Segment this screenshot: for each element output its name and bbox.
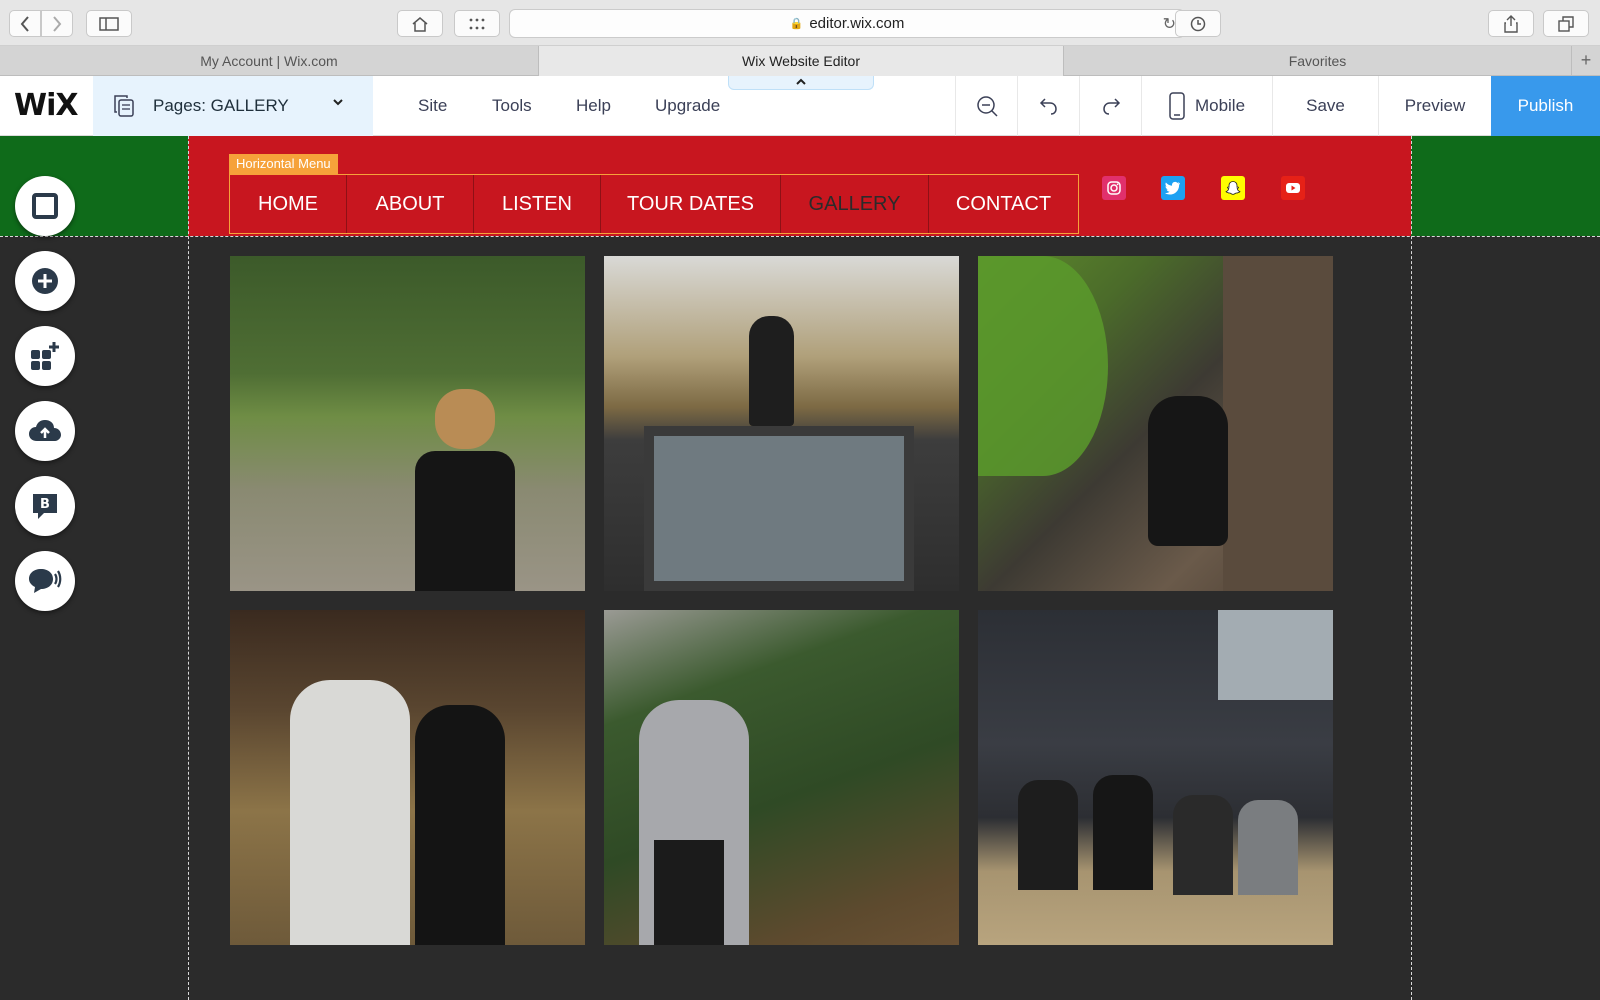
menu-help[interactable]: Help <box>576 96 611 116</box>
business-chat-icon: B <box>33 494 57 519</box>
apps-grid-button[interactable] <box>454 10 500 37</box>
tab-favorites[interactable]: Favorites <box>1064 46 1572 76</box>
menu-tools[interactable]: Tools <box>492 96 532 116</box>
mobile-view-button[interactable]: Mobile <box>1141 76 1272 136</box>
nav-tour-dates[interactable]: TOUR DATES <box>601 175 781 233</box>
tab-bar: My Account | Wix.com Wix Website Editor … <box>0 46 1600 76</box>
left-guide-line <box>188 136 189 1000</box>
chevron-down-icon <box>333 94 343 109</box>
pages-icon <box>114 95 134 117</box>
save-label: Save <box>1306 96 1345 115</box>
redo-icon <box>1102 98 1120 115</box>
mobile-phone-icon <box>1169 92 1185 120</box>
forward-button[interactable] <box>41 10 73 37</box>
editor-top-bar: WiX Pages: GALLERY Site Tools Help Upgra… <box>0 76 1600 136</box>
save-button[interactable]: Save <box>1272 76 1378 136</box>
mobile-label: Mobile <box>1194 96 1246 115</box>
lock-icon: 🔒 <box>789 18 804 30</box>
nav-listen[interactable]: LISTEN <box>474 175 601 233</box>
nav-home[interactable]: HOME <box>230 175 347 233</box>
url-text: editor.wix.com <box>809 15 905 32</box>
nav-gallery[interactable]: GALLERY <box>781 175 929 233</box>
menu-upgrade[interactable]: Upgrade <box>655 96 720 116</box>
snapchat-icon[interactable] <box>1221 176 1245 200</box>
nav-contact[interactable]: CONTACT <box>929 175 1078 233</box>
current-page-label: Pages: GALLERY <box>153 96 289 115</box>
publish-button[interactable]: Publish <box>1491 76 1600 136</box>
reload-icon[interactable]: ↻ <box>1163 14 1176 33</box>
upload-media-button[interactable] <box>15 401 75 461</box>
youtube-icon[interactable] <box>1281 176 1305 200</box>
preview-button[interactable]: Preview <box>1378 76 1491 136</box>
history-button[interactable] <box>1175 10 1221 37</box>
pages-dropdown[interactable]: Pages: GALLERY <box>93 76 373 136</box>
collapse-topbar-handle[interactable] <box>728 76 874 90</box>
background-tool-button[interactable] <box>15 176 75 236</box>
gallery-photo-4[interactable] <box>230 610 585 945</box>
zoom-out-icon <box>976 96 998 117</box>
redo-button[interactable] <box>1079 76 1141 136</box>
twitter-icon[interactable] <box>1161 176 1185 200</box>
gallery-photo-1[interactable] <box>230 256 585 591</box>
nav-about[interactable]: ABOUT <box>347 175 474 233</box>
editor-canvas[interactable]: Horizontal Menu HOME ABOUT LISTEN TOUR D… <box>0 136 1600 1000</box>
tab-wix-editor[interactable]: Wix Website Editor <box>539 46 1064 76</box>
add-apps-button[interactable] <box>15 326 75 386</box>
tabs-overview-button[interactable] <box>1543 10 1589 37</box>
chevron-left-icon <box>20 15 29 32</box>
sidebar-icon <box>99 16 119 31</box>
gallery-photo-5[interactable] <box>604 610 959 945</box>
chat-sound-icon <box>29 569 62 593</box>
right-guide-line <box>1411 136 1412 1000</box>
add-element-button[interactable] <box>15 251 75 311</box>
gallery-photo-6[interactable] <box>978 610 1333 945</box>
undo-icon <box>1039 98 1057 115</box>
home-button[interactable] <box>397 10 443 37</box>
chevron-right-icon <box>53 15 62 32</box>
square-icon <box>32 193 58 219</box>
grid-icon <box>469 18 485 29</box>
home-icon <box>412 16 428 32</box>
plus-circle-icon <box>32 268 58 294</box>
header-guide-line <box>0 236 1600 237</box>
cloud-upload-icon <box>29 420 61 441</box>
horizontal-menu[interactable]: HOME ABOUT LISTEN TOUR DATES GALLERY CON… <box>229 174 1079 234</box>
apps-plus-icon <box>31 342 59 370</box>
undo-button[interactable] <box>1017 76 1079 136</box>
back-button[interactable] <box>9 10 41 37</box>
clock-icon <box>1190 16 1206 31</box>
share-icon <box>1504 14 1518 33</box>
chevron-up-icon <box>796 78 806 85</box>
chat-tools-button[interactable] <box>15 551 75 611</box>
component-name-tag: Horizontal Menu <box>229 154 338 174</box>
gallery-photo-2[interactable] <box>604 256 959 591</box>
tab-my-account[interactable]: My Account | Wix.com <box>0 46 539 76</box>
address-bar[interactable]: 🔒 editor.wix.com ↻ <box>509 9 1185 38</box>
svg-text:B: B <box>40 497 50 512</box>
instagram-icon[interactable] <box>1102 176 1126 200</box>
sidebar-toggle-button[interactable] <box>86 10 132 37</box>
browser-toolbar: 🔒 editor.wix.com ↻ <box>0 0 1600 46</box>
wix-logo: WiX <box>14 88 79 123</box>
share-button[interactable] <box>1488 10 1534 37</box>
business-tools-button[interactable]: B <box>15 476 75 536</box>
new-tab-icon[interactable]: + <box>1572 46 1600 75</box>
gallery-photo-3[interactable] <box>978 256 1333 591</box>
preview-label: Preview <box>1404 96 1466 115</box>
menu-site[interactable]: Site <box>418 96 447 116</box>
zoom-out-button[interactable] <box>955 76 1017 136</box>
tabs-icon <box>1558 15 1574 32</box>
